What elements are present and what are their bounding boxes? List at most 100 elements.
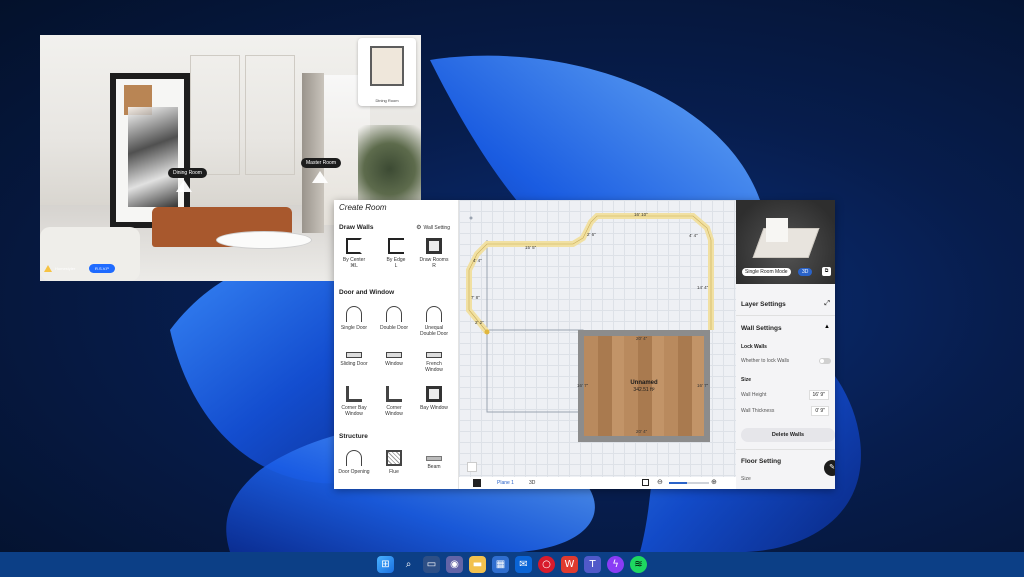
tool-label: Door Opening	[338, 469, 370, 475]
tool-corner-window[interactable]: Corner Window	[377, 386, 411, 417]
tool-double-door[interactable]: Double Door	[377, 306, 411, 331]
spotify-icon[interactable]: ≋	[630, 556, 647, 573]
tool-single-door[interactable]: Single Door	[337, 306, 371, 331]
tool-label: Corner Bay Window	[341, 405, 367, 417]
tool-corner-bay-window[interactable]: Corner Bay Window	[337, 386, 371, 417]
file-explorer-icon[interactable]: ▬	[469, 556, 486, 573]
wall-settings-header[interactable]: Wall Settings	[741, 325, 782, 332]
tool-beam[interactable]: Beam	[417, 450, 451, 470]
brand-logo: Homestyler	[44, 265, 75, 272]
tool-draw-rooms[interactable]: Draw Rooms R	[417, 238, 451, 269]
tool-door-opening[interactable]: Door Opening	[337, 450, 371, 475]
wall-setting-button[interactable]: ⚙ Wall Setting	[416, 224, 451, 232]
teams-icon[interactable]: T	[584, 556, 601, 573]
zoom-in-icon[interactable]: ⊕	[711, 478, 717, 486]
door-window-title: Door and Window	[339, 289, 395, 296]
messenger-icon[interactable]: ϟ	[607, 556, 624, 573]
layer-icon[interactable]	[473, 479, 481, 487]
tool-by-edge[interactable]: By Edge L	[379, 238, 413, 269]
task-view-icon[interactable]: ▭	[423, 556, 440, 573]
snap-tool-icon[interactable]	[467, 462, 477, 472]
windows-start-icon[interactable]: ⊞	[377, 556, 394, 573]
preview-wall	[766, 218, 788, 242]
tool-unequal-double-door[interactable]: Unequal Double Door	[417, 306, 451, 337]
zoom-slider-fill	[669, 482, 687, 484]
dimension-label: 4' 4"	[473, 258, 482, 263]
navigate-arrow-icon[interactable]	[312, 171, 328, 183]
zoom-slider[interactable]	[669, 482, 709, 484]
tool-label: Beam	[427, 464, 441, 470]
collapse-icon[interactable]: ▲	[824, 324, 830, 330]
floorplan-canvas[interactable]: Unnamed 342.51 ft² 16' 10" 15' 5" 4' 4" …	[459, 200, 736, 489]
tool-by-center[interactable]: By Center ⌘L	[337, 238, 371, 269]
white-armchair	[40, 227, 140, 281]
lock-walls-toggle[interactable]	[819, 358, 831, 364]
fit-view-icon[interactable]	[642, 479, 649, 486]
draw-walls-title: Draw Walls	[339, 224, 374, 231]
dimension-label: 16' 10"	[634, 212, 648, 217]
room-outline	[486, 240, 584, 336]
expand-icon[interactable]: ⤢	[824, 300, 830, 308]
taskbar: ⊞ ⌕ ▭ ◉ ▬ ▦ ✉ ○ W T ϟ ≋	[0, 552, 1024, 577]
wall-molding	[245, 55, 295, 175]
expand-preview-icon[interactable]: ⧉	[822, 267, 831, 276]
view-mode-select[interactable]: 3D	[529, 480, 535, 486]
tool-label: French Window	[425, 361, 443, 373]
beam-icon	[426, 456, 442, 461]
canvas-toolbar: Plane 1 3D ⊖ ⊕	[459, 477, 736, 489]
tool-french-window[interactable]: French Window	[417, 347, 451, 373]
tool-shortcut: ⌘L	[350, 263, 358, 269]
wps-icon[interactable]: W	[561, 556, 578, 573]
dimension-label: 4' 4"	[689, 233, 698, 238]
tool-bay-window[interactable]: Bay Window	[417, 386, 451, 411]
dimension-label: 14' 4"	[697, 285, 709, 290]
single-door-icon	[346, 306, 362, 322]
store-icon[interactable]: ▦	[492, 556, 509, 573]
wall-height-input[interactable]: 16' 9"	[808, 390, 829, 400]
plane-select[interactable]: Plane 1	[497, 480, 514, 486]
dimension-label: 20' 4"	[636, 336, 648, 341]
dimension-label: 16' 7"	[697, 383, 709, 388]
wall-edge-icon	[388, 238, 404, 254]
preview-3d-button[interactable]: 3D	[798, 268, 813, 276]
rsvp-button[interactable]: R.S.V.P	[89, 264, 115, 273]
tool-label: Flue	[389, 469, 399, 475]
panel-title: Create Room	[339, 203, 387, 212]
dimension-label: 15' 5"	[525, 245, 537, 250]
double-door-icon	[386, 306, 402, 322]
wall-thickness-input[interactable]: 0' 9"	[811, 406, 829, 416]
minimap[interactable]: Dining Room	[358, 38, 416, 106]
wall-endpoint[interactable]	[484, 329, 490, 335]
teams-chat-icon[interactable]: ◉	[446, 556, 463, 573]
divider	[736, 315, 835, 316]
hotspot-dining-room[interactable]: Dining Room	[168, 168, 207, 178]
delete-walls-button[interactable]: Delete Walls	[741, 428, 835, 442]
tool-sliding-door[interactable]: Sliding Door	[337, 347, 371, 367]
single-room-mode-button[interactable]: Single Room Mode	[742, 268, 791, 276]
hotspot-master-room[interactable]: Master Room	[301, 158, 342, 168]
search-icon[interactable]: ⌕	[400, 556, 417, 573]
notes-fab-icon[interactable]: ✎	[824, 460, 835, 476]
tool-shortcut: R	[432, 263, 436, 269]
navigate-arrow-icon[interactable]	[176, 180, 192, 192]
wall-setting-label: Wall Setting	[423, 224, 451, 231]
coffee-table	[216, 231, 312, 249]
zoom-out-icon[interactable]: ⊖	[657, 478, 663, 486]
layer-settings-header[interactable]: Layer Settings	[741, 301, 786, 308]
tool-label: Single Door	[340, 325, 368, 331]
create-room-window[interactable]: Create Room Draw Walls ⚙ Wall Setting By…	[334, 200, 835, 489]
mail-icon[interactable]: ✉	[515, 556, 532, 573]
wall-thickness-label: Wall Thickness	[741, 408, 775, 414]
floor-size-label: Size	[741, 476, 751, 482]
floor-setting-header[interactable]: Floor Setting	[741, 458, 781, 465]
tools-panel: Create Room Draw Walls ⚙ Wall Setting By…	[334, 200, 459, 489]
opera-icon[interactable]: ○	[538, 556, 555, 573]
dimension-label: 2' 2"	[475, 320, 484, 325]
3d-preview[interactable]: Single Room Mode 3D ⧉	[736, 200, 835, 284]
tool-flue[interactable]: Flue	[377, 450, 411, 475]
compass-icon[interactable]	[469, 216, 473, 220]
logo-icon	[44, 265, 52, 272]
room-floor-wood[interactable]	[584, 336, 704, 436]
tool-window[interactable]: Window	[377, 347, 411, 367]
tool-shortcut: L	[394, 263, 398, 269]
